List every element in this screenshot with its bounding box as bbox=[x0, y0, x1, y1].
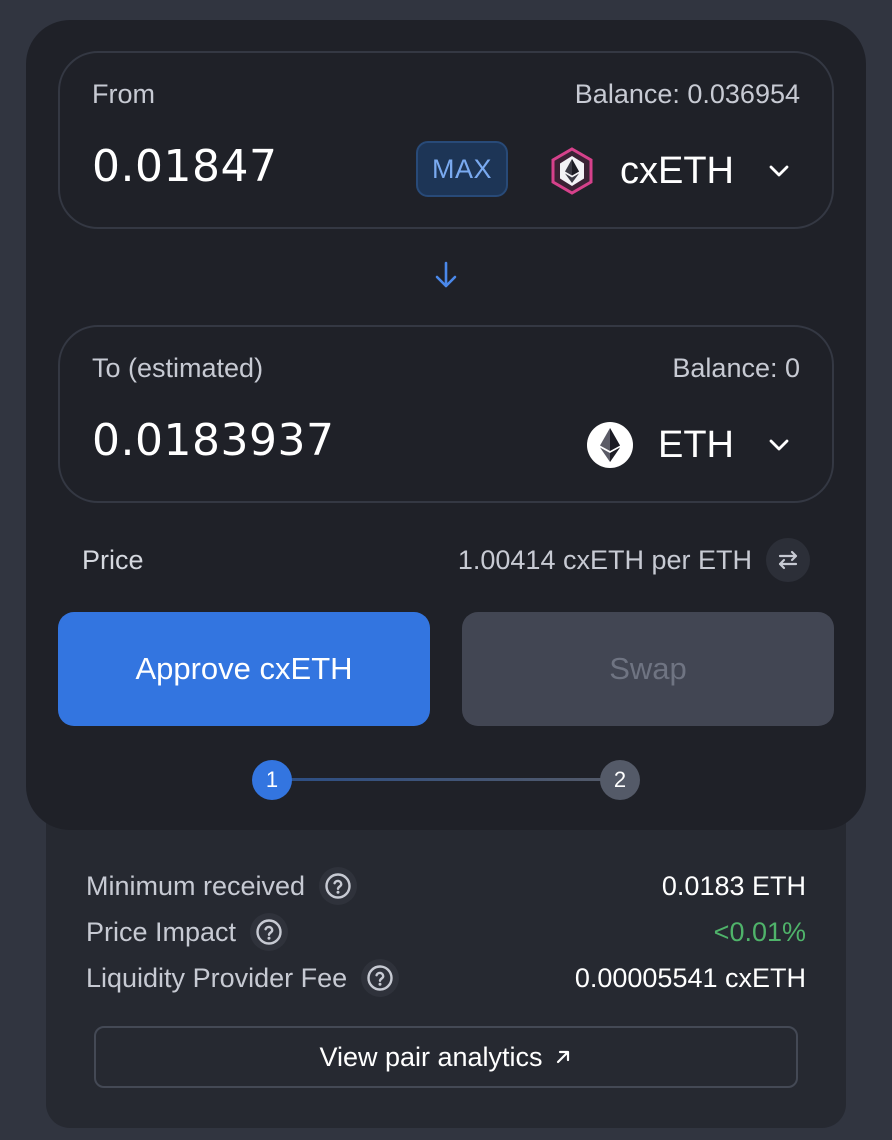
price-impact-row: Price Impact <0.01% bbox=[86, 912, 806, 952]
from-token-symbol: cxETH bbox=[620, 149, 734, 192]
help-icon[interactable] bbox=[250, 913, 289, 951]
stepper-line bbox=[272, 778, 620, 781]
from-balance: Balance: 0.036954 bbox=[574, 79, 800, 109]
to-label: To (estimated) bbox=[92, 353, 264, 383]
price-impact-label: Price Impact bbox=[86, 916, 237, 947]
max-button[interactable]: MAX bbox=[416, 141, 508, 197]
view-pair-analytics-label: View pair analytics bbox=[319, 1041, 543, 1072]
minimum-received-value: 0.0183 ETH bbox=[661, 870, 806, 901]
swap-card: From Balance: 0.036954 0.01847 MAX cxETH… bbox=[26, 20, 866, 830]
price-impact-value: <0.01% bbox=[713, 916, 806, 947]
from-amount-input[interactable]: 0.01847 bbox=[92, 141, 277, 192]
approve-button[interactable]: Approve cxETH bbox=[58, 612, 430, 726]
from-token-selector[interactable]: cxETH bbox=[548, 141, 792, 201]
swap-direction-icon[interactable] bbox=[766, 538, 810, 582]
step-1: 1 bbox=[252, 760, 292, 800]
liquidity-fee-label: Liquidity Provider Fee bbox=[86, 962, 348, 993]
to-token-symbol: ETH bbox=[658, 423, 734, 466]
to-balance: Balance: 0 bbox=[672, 353, 800, 383]
external-link-icon bbox=[556, 1050, 569, 1064]
cxeth-token-icon bbox=[551, 147, 593, 195]
chevron-down-icon bbox=[769, 165, 789, 177]
step-2: 2 bbox=[600, 760, 640, 800]
approval-stepper: 1 2 bbox=[252, 760, 640, 800]
help-icon[interactable] bbox=[319, 867, 358, 905]
eth-token-icon bbox=[587, 422, 633, 468]
to-token-selector[interactable]: ETH bbox=[586, 415, 792, 475]
from-label: From bbox=[92, 79, 155, 109]
help-icon[interactable] bbox=[361, 959, 400, 997]
liquidity-fee-value: 0.00005541 cxETH bbox=[574, 962, 806, 993]
minimum-received-row: Minimum received 0.0183 ETH bbox=[86, 866, 806, 906]
view-pair-analytics-button[interactable]: View pair analytics bbox=[94, 1026, 798, 1088]
minimum-received-label: Minimum received bbox=[86, 870, 306, 901]
price-row: Price 1.00414 cxETH per ETH bbox=[82, 538, 810, 582]
from-panel: From Balance: 0.036954 0.01847 MAX cxETH bbox=[58, 51, 834, 229]
arrow-down-icon[interactable] bbox=[432, 260, 460, 290]
price-label: Price bbox=[82, 544, 144, 575]
liquidity-fee-row: Liquidity Provider Fee 0.00005541 cxETH bbox=[86, 958, 806, 998]
to-panel: To (estimated) Balance: 0 0.0183937 ETH bbox=[58, 325, 834, 503]
chevron-down-icon bbox=[769, 439, 789, 451]
swap-button[interactable]: Swap bbox=[462, 612, 834, 726]
price-value: 1.00414 cxETH per ETH bbox=[457, 544, 752, 575]
to-amount-input[interactable]: 0.0183937 bbox=[92, 415, 334, 466]
